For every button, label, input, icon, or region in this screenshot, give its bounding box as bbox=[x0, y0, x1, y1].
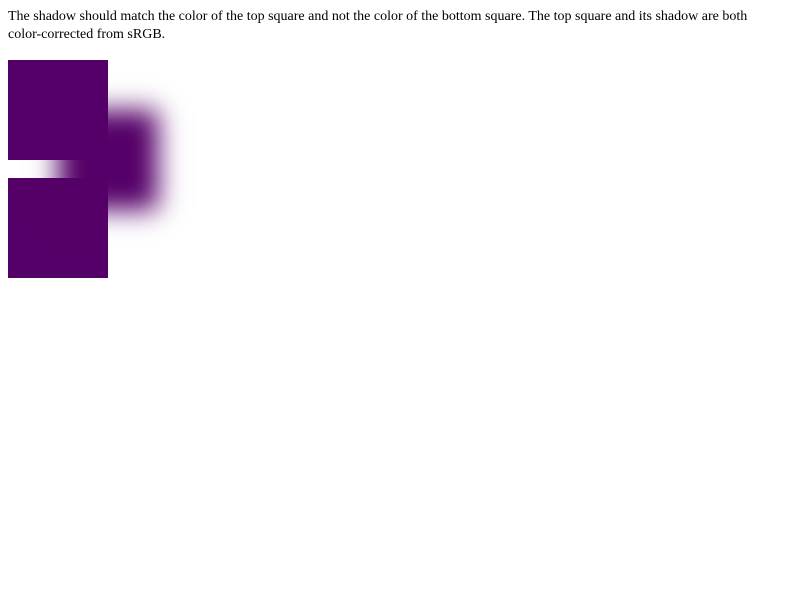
square-stage bbox=[8, 60, 268, 290]
bottom-square bbox=[8, 178, 108, 278]
top-square bbox=[8, 60, 108, 160]
test-description: The shadow should match the color of the… bbox=[8, 9, 748, 42]
